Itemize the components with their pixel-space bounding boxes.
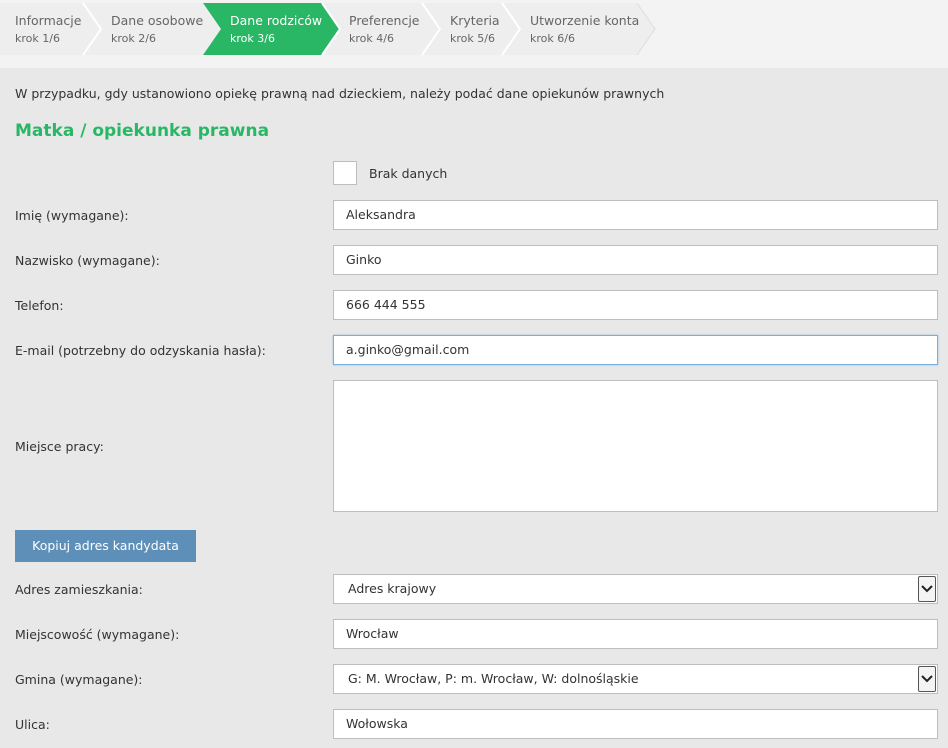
step-6-shape[interactable] (502, 3, 655, 55)
step-3-sub: krok 3/6 (230, 32, 275, 45)
step-1-shape[interactable] (0, 3, 101, 55)
step-3-label[interactable]: Dane rodziców (230, 13, 322, 28)
address-type-label: Adres zamieszkania: (15, 582, 143, 597)
workplace-textarea[interactable] (333, 380, 938, 512)
step-6-label[interactable]: Utworzenie konta (530, 13, 639, 28)
phone-label: Telefon: (15, 298, 64, 313)
step-1-label[interactable]: Informacje (15, 13, 81, 28)
step-2-sub: krok 2/6 (111, 32, 156, 45)
section-title: Matka / opiekunka prawna (15, 121, 270, 141)
intro-text: W przypadku, gdy ustanowiono opiekę praw… (15, 86, 665, 101)
city-label: Miejscowość (wymagane): (15, 627, 180, 642)
street-input[interactable]: Wołowska (333, 709, 938, 739)
last-name-input[interactable]: Ginko (333, 245, 938, 275)
first-name-label: Imię (wymagane): (15, 208, 129, 223)
last-name-label: Nazwisko (wymagane): (15, 253, 160, 268)
no-data-checkbox[interactable] (333, 161, 357, 185)
email-input[interactable]: a.ginko@gmail.com (333, 335, 938, 365)
commune-label: Gmina (wymagane): (15, 672, 143, 687)
step-5-label[interactable]: Kryteria (450, 13, 500, 28)
address-type-value: Adres krajowy (348, 581, 437, 596)
step-2-shape[interactable] (83, 3, 221, 55)
step-6-sub: krok 6/6 (530, 32, 575, 45)
first-name-input[interactable]: Aleksandra (333, 200, 938, 230)
commune-value: G: M. Wrocław, P: m. Wrocław, W: dolnośl… (348, 671, 639, 686)
copy-candidate-address-button[interactable]: Kopiuj adres kandydata (15, 530, 196, 562)
no-data-label: Brak danych (369, 166, 448, 181)
address-type-select[interactable]: Adres krajowy (333, 574, 938, 604)
workplace-label: Miejsce pracy: (15, 439, 104, 454)
chevron-down-icon[interactable] (918, 576, 936, 602)
step-2-label[interactable]: Dane osobowe (111, 13, 203, 28)
step-4-label[interactable]: Preferencje (349, 13, 419, 28)
chevron-down-icon[interactable] (918, 666, 936, 692)
wizard-stepper: Informacje krok 1/6 Dane osobowe krok 2/… (0, 0, 948, 68)
city-input[interactable]: Wrocław (333, 619, 938, 649)
street-label: Ulica: (15, 717, 50, 732)
email-label: E-mail (potrzebny do odzyskania hasła): (15, 343, 266, 358)
step-5-sub: krok 5/6 (450, 32, 495, 45)
step-3-shape-active[interactable] (203, 3, 340, 55)
step-4-sub: krok 4/6 (349, 32, 394, 45)
phone-input[interactable]: 666 444 555 (333, 290, 938, 320)
commune-select[interactable]: G: M. Wrocław, P: m. Wrocław, W: dolnośl… (333, 664, 938, 694)
step-1-sub: krok 1/6 (15, 32, 60, 45)
